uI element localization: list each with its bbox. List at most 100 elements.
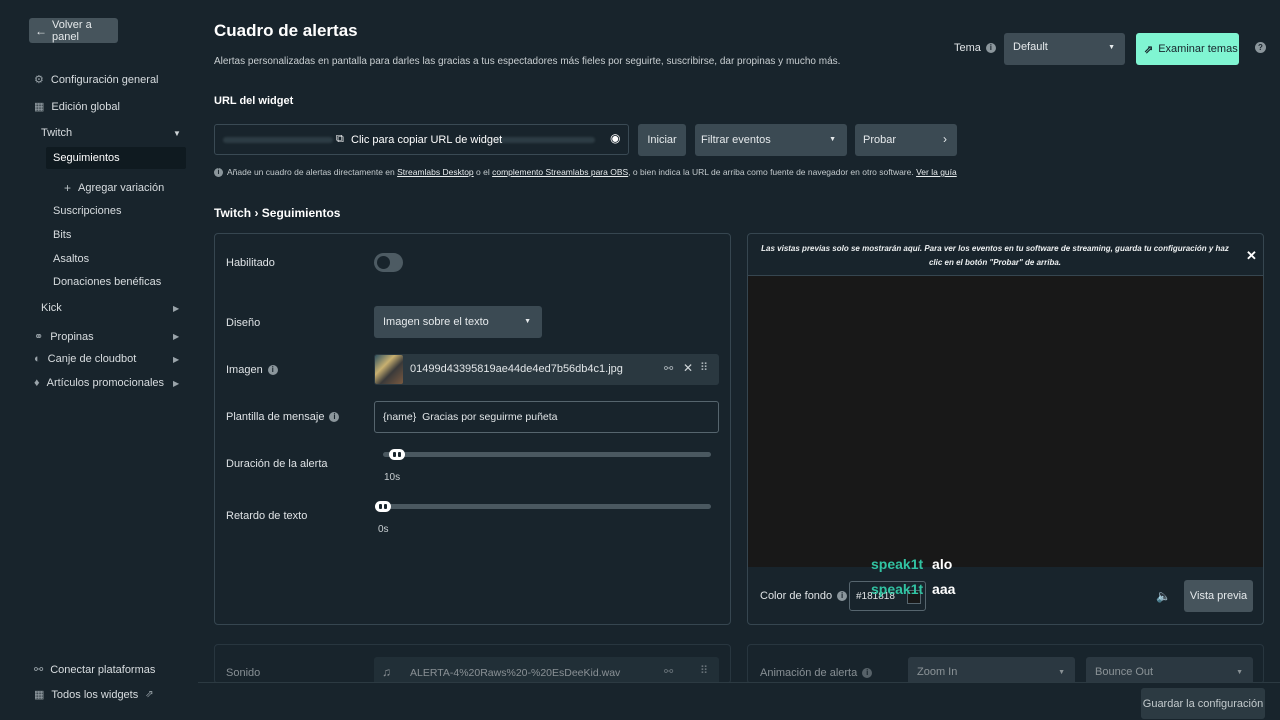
info-icon: i <box>214 168 223 178</box>
sidebar-item-label: Todos los widgets <box>51 688 139 701</box>
link-icon[interactable]: ⚯ <box>664 665 673 678</box>
text-delay-value: 0s <box>378 524 389 535</box>
sidebar-item-label: Kick <box>41 302 62 314</box>
chevron-down-icon: ▼ <box>1108 44 1115 51</box>
streamlabs-desktop-link[interactable]: Streamlabs Desktop <box>397 167 474 177</box>
widget-url-label: URL del widget <box>214 95 294 107</box>
coins-icon: ⚭ <box>34 331 44 343</box>
volume-icon[interactable]: 🔈 <box>1156 589 1171 603</box>
guide-link[interactable]: Ver la guía <box>916 167 957 177</box>
grid-icon[interactable]: ⠿ <box>700 361 708 374</box>
obs-plugin-link[interactable]: complemento Streamlabs para OBS <box>492 167 628 177</box>
image-field[interactable]: 01499d43395819ae44de4ed7b56db4c1.jpg ⚯ ✕… <box>374 354 719 385</box>
close-icon[interactable]: ✕ <box>683 361 693 375</box>
chat-message: speak1t aaa <box>871 581 955 597</box>
message-template-input[interactable]: {name} Gracias por seguirme puñeta <box>374 401 719 433</box>
duration-value: 10s <box>384 472 401 483</box>
footer-bar <box>198 682 1280 720</box>
chevron-down-icon: ▼ <box>1058 669 1065 676</box>
filter-events-select[interactable]: Filtrar eventos ▼ <box>695 124 847 156</box>
back-to-panel-button[interactable]: ← Volver a panel <box>29 18 118 43</box>
animation-out-value: Bounce Out <box>1095 666 1154 678</box>
sidebar-item-articulos[interactable]: ♦ Artículos promocionales ▶ <box>34 377 186 389</box>
eye-icon[interactable]: ◉ <box>610 131 620 145</box>
sidebar-item-label: Agregar variación <box>78 182 165 194</box>
slider-knob[interactable] <box>375 501 391 512</box>
text-delay-slider[interactable] <box>375 501 711 512</box>
link-icon[interactable]: ⚯ <box>664 362 673 375</box>
bg-color-label: Color de fondo i <box>760 590 848 602</box>
theme-select[interactable]: Default ▼ <box>1004 33 1125 65</box>
shirt-icon: ♦ <box>34 377 40 389</box>
page-subtitle: Alertas personalizadas en pantalla para … <box>214 56 841 67</box>
external-link-icon: ⇗ <box>1144 43 1154 56</box>
chevron-down-icon: ▼ <box>829 136 836 143</box>
chevron-down-icon: ▼ <box>1236 669 1243 676</box>
grid-icon[interactable]: ⠿ <box>700 664 708 677</box>
preview-canvas <box>748 275 1263 567</box>
chevron-right-icon: ▶ <box>173 303 180 313</box>
duration-label: Duración de la alerta <box>226 458 328 470</box>
chat-username: speak1t <box>871 556 924 572</box>
sound-card: Sonido ♫ ALERTA-4%20Raws%20-%20EsDeeKid.… <box>214 644 731 687</box>
sidebar-item-seguimientos[interactable]: Seguimientos <box>46 147 186 169</box>
sound-label: Sonido <box>226 667 261 679</box>
sidebar-item-twitch[interactable]: Twitch ▼ <box>41 127 186 139</box>
preview-button[interactable]: Vista previa <box>1184 580 1253 612</box>
chevron-right-icon: ▶ <box>173 332 180 341</box>
theme-label: Tema i <box>954 42 996 54</box>
toggle-knob <box>377 256 390 269</box>
sidebar-item-bits[interactable]: Bits <box>53 229 71 241</box>
widget-hint: i Añade un cuadro de alertas directamente… <box>214 167 957 178</box>
cloudbot-icon: ◐ <box>34 353 41 365</box>
sidebar-item-label: Canje de cloudbot <box>47 353 137 365</box>
theme-value: Default <box>1013 41 1048 53</box>
browse-themes-button[interactable]: ⇗ Examinar temas <box>1136 33 1239 65</box>
animation-label: Animación de alerta i <box>760 667 873 679</box>
info-icon: i <box>862 668 873 679</box>
enabled-toggle[interactable] <box>374 253 403 272</box>
help-icon[interactable]: ? <box>1255 42 1266 53</box>
info-icon: i <box>329 412 340 423</box>
chevron-down-icon: ▼ <box>173 128 181 138</box>
gear-icon: ⚙ <box>34 74 44 86</box>
widget-url-field[interactable]: ⧉ Clic para copiar URL de widget ◉ <box>214 124 629 155</box>
duration-slider[interactable] <box>383 449 711 460</box>
start-button[interactable]: Iniciar <box>638 124 686 156</box>
sidebar-item-global[interactable]: ▦ Edición global <box>34 100 120 114</box>
sidebar-item-propinas[interactable]: ⚭ Propinas ▶ <box>34 330 186 344</box>
sidebar-item-label: Edición global <box>51 100 120 113</box>
sidebar-item-donaciones[interactable]: Donaciones benéficas <box>53 276 161 288</box>
sidebar-item-canje[interactable]: ◐ Canje de cloudbot ▶ <box>34 353 186 365</box>
preview-notice: Las vistas previas solo se mostrarán aqu… <box>761 244 1229 267</box>
design-label: Diseño <box>226 317 261 329</box>
enabled-label: Habilitado <box>226 257 275 269</box>
chat-text: aaa <box>932 581 956 597</box>
sidebar-item-label: Seguimientos <box>53 152 120 164</box>
image-filename: 01499d43395819ae44de4ed7b56db4c1.jpg <box>410 363 623 375</box>
slider-knob[interactable] <box>389 449 405 460</box>
design-select[interactable]: Imagen sobre el texto ▼ <box>374 306 542 338</box>
plus-icon: + <box>64 181 72 195</box>
sidebar-item-general[interactable]: ⚙ Configuración general <box>34 73 159 87</box>
chevron-right-icon: ▶ <box>173 354 180 364</box>
sidebar-item-asaltos[interactable]: Asaltos <box>53 253 89 265</box>
start-label: Iniciar <box>647 134 677 146</box>
message-template-label: Plantilla de mensaje i <box>226 411 340 423</box>
sidebar-connect-platforms[interactable]: ⚯ Conectar plataformas <box>34 663 155 677</box>
sidebar-item-label: Propinas <box>50 330 94 343</box>
blurred-url <box>223 137 333 143</box>
message-template-value: {name} Gracias por seguirme puñeta <box>383 411 558 423</box>
add-variation-button[interactable]: + Agregar variación <box>64 181 164 195</box>
preview-card: Las vistas previas solo se mostrarán aqu… <box>747 233 1264 625</box>
sidebar-item-suscripciones[interactable]: Suscripciones <box>53 205 121 217</box>
save-config-button[interactable]: Guardar la configuración <box>1141 688 1265 719</box>
close-icon[interactable]: ✕ <box>1246 248 1257 264</box>
test-button[interactable]: Probar › <box>855 124 957 156</box>
copy-url-label: Clic para copiar URL de widget <box>351 134 503 146</box>
sidebar-all-widgets[interactable]: ▦ Todos los widgets ⇗ <box>34 688 154 702</box>
alert-settings-card: Habilitado Diseño Imagen sobre el texto … <box>214 233 731 625</box>
sidebar-item-kick[interactable]: Kick ▶ <box>41 302 186 314</box>
info-icon: i <box>837 591 848 602</box>
test-label: Probar <box>863 134 897 146</box>
